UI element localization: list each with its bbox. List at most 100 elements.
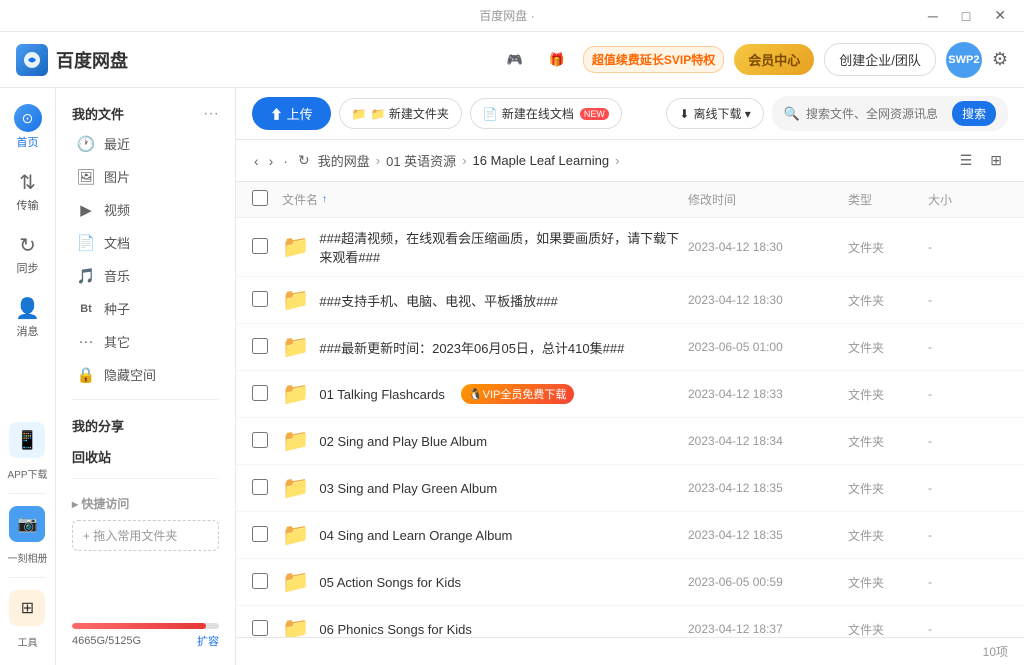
row-checkbox[interactable] (252, 526, 268, 542)
nav-divider2 (72, 478, 219, 479)
settings-icon[interactable]: ⚙ (992, 49, 1008, 70)
breadcrumb-mydisk[interactable]: 我的网盘 (318, 151, 370, 170)
file-type: 文件夹 (848, 339, 928, 356)
nav-item-recent[interactable]: 🕐 最近 (60, 127, 231, 160)
folder-icon: 📁 (282, 428, 309, 454)
storage-used-text: 4665G/5125G (72, 635, 141, 647)
titlebar-title: 百度网盘 · (92, 7, 922, 24)
storage-bar-container: 4665G/5125G 扩容 (56, 615, 235, 657)
sidebar-item-tools[interactable]: ⊞ (9, 590, 45, 626)
avatar[interactable]: SWP2 (946, 42, 982, 78)
breadcrumb-sep3: › (615, 153, 619, 168)
sidebar-item-app-download[interactable]: 📱 (9, 422, 45, 458)
gift-button[interactable]: 🎁 (541, 48, 573, 72)
file-size: - (928, 481, 1008, 495)
nav-item-bt[interactable]: Bt 种子 (60, 292, 231, 325)
breadcrumb-forward-button[interactable]: › (267, 151, 276, 171)
maximize-button[interactable]: □ (956, 6, 976, 26)
toolbar: ⬆ 上传 📁 📁 新建文件夹 📄 新建在线文档 NEW ⬇ 离线下载 ▾ 🔍 搜… (236, 88, 1024, 140)
offline-download-button[interactable]: ⬇ 离线下载 ▾ (666, 98, 763, 129)
table-row[interactable]: 📁###超清视频，在线观看会压缩画质，如果要画质好，请下载下来观看###2023… (236, 218, 1024, 277)
sidebar-item-album[interactable]: 📷 (9, 506, 45, 542)
row-checkbox[interactable] (252, 432, 268, 448)
upload-button[interactable]: ⬆ 上传 (252, 97, 331, 130)
table-row[interactable]: 📁###最新更新时间：2023年06月05日，总计410集###2023-06-… (236, 324, 1024, 371)
download-icon: ⬇ (679, 107, 689, 121)
main-layout: ⊙ 首页 ⇅ 传输 ↻ 同步 👤 消息 📱 APP下载 📷 一刻相册 (0, 88, 1024, 665)
row-checkbox[interactable] (252, 620, 268, 636)
file-list-header: 文件名 ↑ 修改时间 类型 大小 (236, 182, 1024, 218)
breadcrumb-folder1[interactable]: 01 英语资源 (386, 151, 456, 170)
logo: 百度网盘 (16, 44, 196, 76)
sidebar-item-transfer[interactable]: ⇅ 传输 (4, 162, 52, 221)
row-checkbox[interactable] (252, 479, 268, 495)
sidebar-item-home[interactable]: ⊙ 首页 (4, 96, 52, 158)
table-row[interactable]: 📁06 Phonics Songs for Kids2023-04-12 18:… (236, 606, 1024, 637)
new-folder-button[interactable]: 📁 📁 新建文件夹 (339, 98, 462, 129)
file-size: - (928, 528, 1008, 542)
select-all-checkbox[interactable] (252, 190, 268, 206)
table-row[interactable]: 📁04 Sing and Learn Orange Album2023-04-1… (236, 512, 1024, 559)
nav-docs-label: 文档 (104, 233, 130, 252)
folder-icon: 📁 (282, 569, 309, 595)
col-header-modified[interactable]: 修改时间 (688, 191, 848, 208)
create-team-button[interactable]: 创建企业/团队 (824, 43, 936, 76)
table-row[interactable]: 📁05 Action Songs for Kids2023-06-05 00:5… (236, 559, 1024, 606)
storage-bar (72, 623, 219, 629)
game-button[interactable]: 🎮 (498, 48, 530, 72)
nav-item-videos[interactable]: ▶ 视频 (60, 193, 231, 226)
nav-item-images[interactable]: 🖼 图片 (60, 160, 231, 193)
file-size: - (928, 575, 1008, 589)
row-checkbox[interactable] (252, 385, 268, 401)
nav-item-music[interactable]: 🎵 音乐 (60, 259, 231, 292)
table-row[interactable]: 📁02 Sing and Play Blue Album2023-04-12 1… (236, 418, 1024, 465)
file-name-text: 01 Talking Flashcards (319, 387, 445, 402)
file-type: 文件夹 (848, 527, 928, 544)
nav-more-icon[interactable]: ··· (203, 105, 219, 123)
new-doc-label: 新建在线文档 (502, 105, 574, 122)
table-row[interactable]: 📁01 Talking Flashcards🐧VIP全员免费下载2023-04-… (236, 371, 1024, 418)
breadcrumb-up-button[interactable]: · (281, 151, 290, 171)
row-checkbox[interactable] (252, 573, 268, 589)
file-name-text: 06 Phonics Songs for Kids (319, 622, 471, 637)
nav-recycle-label[interactable]: 回收站 (56, 439, 235, 470)
col-header-type[interactable]: 类型 (848, 191, 928, 208)
add-folder-button[interactable]: + 拖入常用文件夹 (72, 520, 219, 551)
expand-storage-button[interactable]: 扩容 (197, 633, 219, 649)
file-name-cell: 📁04 Sing and Learn Orange Album (282, 522, 688, 548)
file-size: - (928, 434, 1008, 448)
grid-view-button[interactable]: ⊞ (984, 148, 1008, 173)
nav-item-hidden[interactable]: 🔒 隐藏空间 (60, 358, 231, 391)
other-icon: ··· (76, 333, 96, 350)
list-view-button[interactable]: ☰ (954, 148, 979, 173)
col-modified-label: 修改时间 (688, 191, 736, 208)
sidebar-item-message[interactable]: 👤 消息 (4, 288, 52, 347)
breadcrumb-back-button[interactable]: ‹ (252, 151, 261, 171)
table-row[interactable]: 📁###支持手机、电脑、电视、平板播放###2023-04-12 18:30文件… (236, 277, 1024, 324)
search-input[interactable] (806, 107, 946, 121)
svip-promo[interactable]: 超值续费延长SVIP特权 (583, 46, 724, 73)
row-checkbox[interactable] (252, 238, 268, 254)
search-button[interactable]: 搜索 (952, 101, 996, 126)
file-name-text: 03 Sing and Play Green Album (319, 481, 497, 496)
nav-item-other[interactable]: ··· 其它 (60, 325, 231, 358)
row-checkbox[interactable] (252, 338, 268, 354)
album-icon: 📷 (18, 514, 38, 534)
row-checkbox[interactable] (252, 291, 268, 307)
nav-share-label[interactable]: 我的分享 (56, 408, 235, 439)
nav-bt-label: 种子 (104, 299, 130, 318)
close-button[interactable]: ✕ (988, 5, 1012, 26)
col-header-size[interactable]: 大小 (928, 191, 1008, 208)
breadcrumb-sep1: › (376, 153, 380, 168)
titlebar: 百度网盘 · ─ □ ✕ (0, 0, 1024, 32)
col-header-name[interactable]: 文件名 ↑ (282, 191, 688, 208)
vip-center-button[interactable]: 会员中心 (734, 44, 814, 75)
window-controls: ─ □ ✕ (922, 5, 1012, 26)
minimize-button[interactable]: ─ (922, 6, 944, 26)
quick-access-label[interactable]: ▸ 快捷访问 (56, 487, 235, 516)
breadcrumb-refresh-button[interactable]: ↻ (296, 150, 312, 171)
table-row[interactable]: 📁03 Sing and Play Green Album2023-04-12 … (236, 465, 1024, 512)
nav-item-docs[interactable]: 📄 文档 (60, 226, 231, 259)
sidebar-item-sync[interactable]: ↻ 同步 (4, 225, 52, 284)
new-doc-button[interactable]: 📄 新建在线文档 NEW (470, 98, 622, 129)
